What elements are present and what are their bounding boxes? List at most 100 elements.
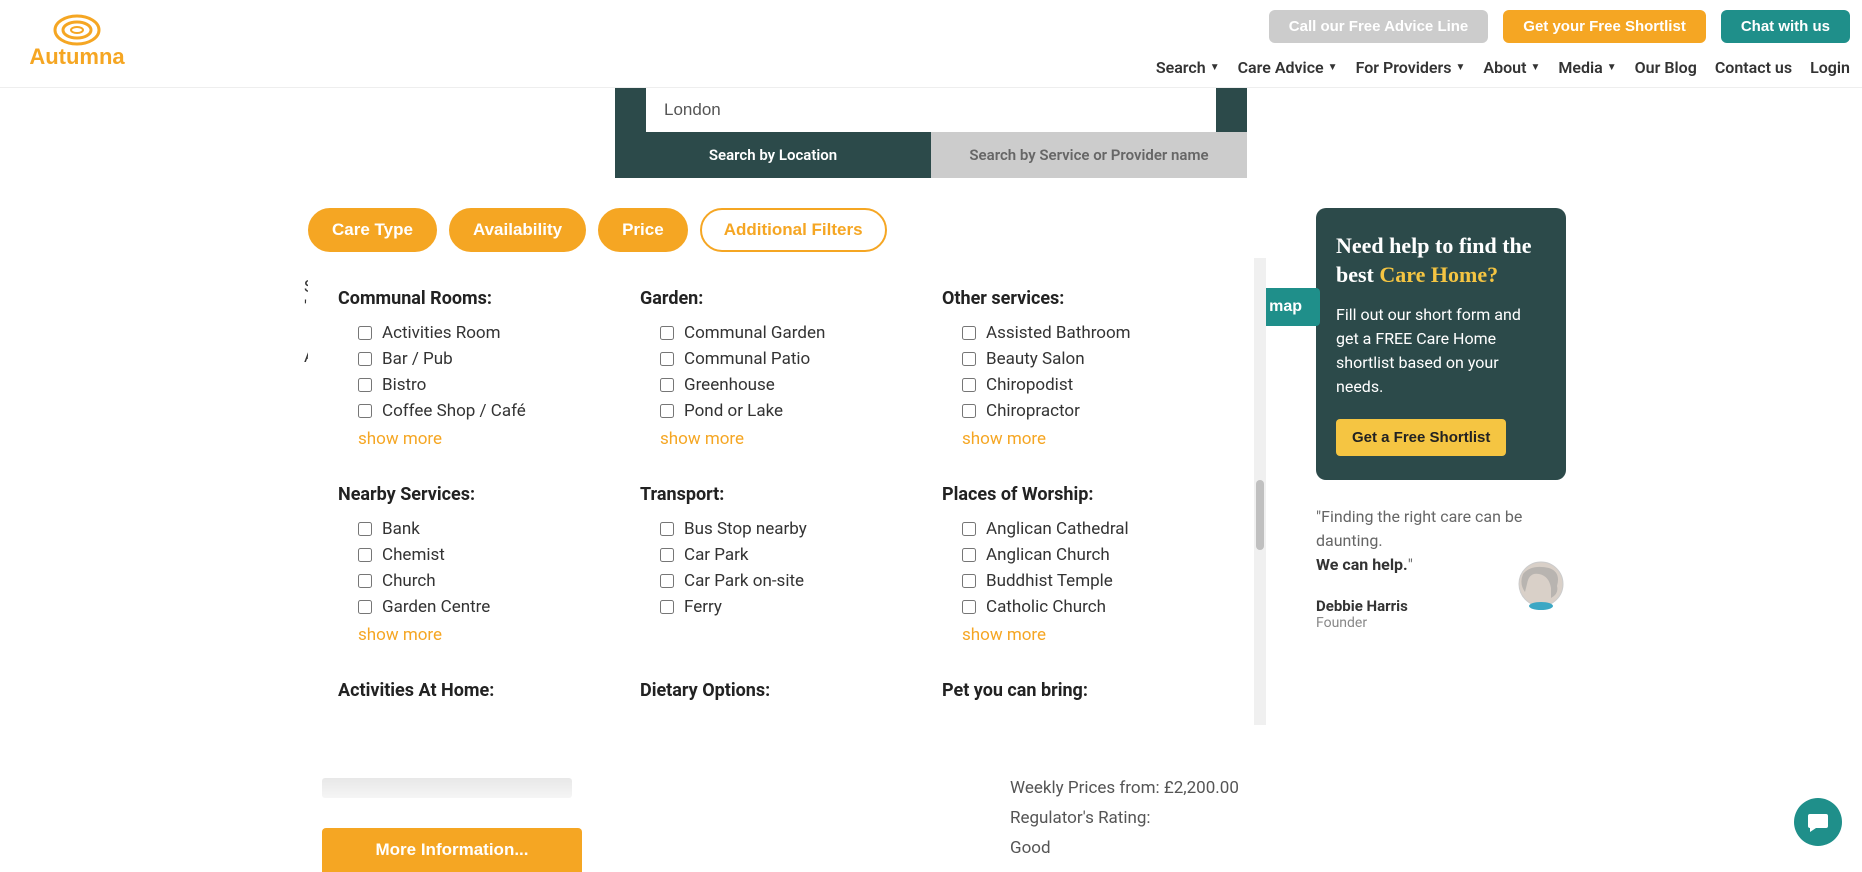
filter-checkbox[interactable] <box>358 522 372 536</box>
filter-checkbox-label: Activities Room <box>382 323 501 343</box>
filter-checkbox-row[interactable]: Catholic Church <box>962 597 1224 617</box>
filter-checkbox-row[interactable]: Bank <box>358 519 620 539</box>
filter-checkbox-label: Bus Stop nearby <box>684 519 807 539</box>
filter-checkbox[interactable] <box>358 600 372 614</box>
filter-checkbox-row[interactable]: Buddhist Temple <box>962 571 1224 591</box>
filter-group: Other services:Assisted BathroomBeauty S… <box>942 288 1224 449</box>
filter-checkbox-label: Buddhist Temple <box>986 571 1113 591</box>
filter-checkbox[interactable] <box>358 352 372 366</box>
tab-search-service[interactable]: Search by Service or Provider name <box>931 132 1247 178</box>
filter-checkbox[interactable] <box>358 548 372 562</box>
tab-search-location[interactable]: Search by Location <box>615 132 931 178</box>
filter-checkbox-row[interactable]: Church <box>358 571 620 591</box>
filter-checkbox[interactable] <box>358 574 372 588</box>
sidebar: Need help to find the best Care Home? Fi… <box>1316 208 1566 872</box>
filter-checkbox-row[interactable]: Chemist <box>358 545 620 565</box>
get-free-shortlist-button[interactable]: Get a Free Shortlist <box>1336 419 1506 456</box>
filter-checkbox-row[interactable]: Chiropodist <box>962 375 1224 395</box>
nav-media[interactable]: Media▼ <box>1558 58 1616 77</box>
filter-checkbox[interactable] <box>962 404 976 418</box>
filter-heading: Pet you can bring: <box>942 680 1224 701</box>
filter-checkbox[interactable] <box>660 600 674 614</box>
nav-blog[interactable]: Our Blog <box>1635 58 1697 77</box>
filter-checkbox-row[interactable]: Car Park <box>660 545 922 565</box>
filter-checkbox[interactable] <box>962 352 976 366</box>
filter-checkbox[interactable] <box>962 600 976 614</box>
nav-care-advice[interactable]: Care Advice▼ <box>1238 58 1338 77</box>
filter-checkbox-row[interactable]: Beauty Salon <box>962 349 1224 369</box>
filter-checkbox[interactable] <box>660 574 674 588</box>
nav-contact[interactable]: Contact us <box>1715 58 1792 77</box>
filter-checkbox-row[interactable]: Greenhouse <box>660 375 922 395</box>
show-more-link[interactable]: show more <box>640 429 744 449</box>
chevron-down-icon: ▼ <box>1530 62 1540 73</box>
filter-checkbox[interactable] <box>962 522 976 536</box>
filter-checkbox-row[interactable]: Chiropractor <box>962 401 1224 421</box>
filter-checkbox-row[interactable]: Bus Stop nearby <box>660 519 922 539</box>
scrollbar[interactable] <box>1256 480 1264 550</box>
filter-checkbox-row[interactable]: Ferry <box>660 597 922 617</box>
filter-checkbox-label: Chiropractor <box>986 401 1080 421</box>
filter-checkbox-row[interactable]: Anglican Church <box>962 545 1224 565</box>
filter-checkbox-row[interactable]: Activities Room <box>358 323 620 343</box>
filter-checkbox[interactable] <box>660 326 674 340</box>
additional-filters-panel: Communal Rooms:Activities RoomBar / PubB… <box>308 258 1266 725</box>
filter-heading: Activities At Home: <box>338 680 620 701</box>
filter-checkbox-label: Communal Garden <box>684 323 825 343</box>
nav-about[interactable]: About▼ <box>1483 58 1540 77</box>
filter-checkbox[interactable] <box>962 326 976 340</box>
main-nav: Search▼ Care Advice▼ For Providers▼ Abou… <box>1156 58 1850 77</box>
pill-price[interactable]: Price <box>598 208 688 252</box>
founder-avatar <box>1501 556 1576 636</box>
get-shortlist-button[interactable]: Get your Free Shortlist <box>1503 10 1706 43</box>
help-body: Fill out our short form and get a FREE C… <box>1336 303 1546 399</box>
filter-group: Activities At Home: <box>338 680 620 715</box>
nav-login[interactable]: Login <box>1810 58 1850 77</box>
filter-checkbox-label: Chemist <box>382 545 445 565</box>
pill-additional-filters[interactable]: Additional Filters <box>700 208 887 252</box>
header-right: Call our Free Advice Line Get your Free … <box>1156 10 1850 77</box>
location-search-input[interactable] <box>646 88 1216 132</box>
filter-checkbox[interactable] <box>660 548 674 562</box>
call-advice-button[interactable]: Call our Free Advice Line <box>1269 10 1489 43</box>
show-more-link[interactable]: show more <box>338 625 442 645</box>
logo[interactable]: Autumna <box>12 12 142 76</box>
result-price: Weekly Prices from: £2,200.00 <box>1010 778 1270 798</box>
filter-checkbox[interactable] <box>358 404 372 418</box>
filter-checkbox[interactable] <box>358 326 372 340</box>
filter-checkbox[interactable] <box>962 548 976 562</box>
filter-checkbox-row[interactable]: Communal Patio <box>660 349 922 369</box>
filter-group: Transport:Bus Stop nearbyCar ParkCar Par… <box>640 484 922 645</box>
nav-for-providers[interactable]: For Providers▼ <box>1356 58 1466 77</box>
filter-checkbox-row[interactable]: Bistro <box>358 375 620 395</box>
filter-checkbox[interactable] <box>962 378 976 392</box>
filter-checkbox[interactable] <box>660 378 674 392</box>
filter-checkbox[interactable] <box>660 404 674 418</box>
show-more-link[interactable]: show more <box>338 429 442 449</box>
chevron-down-icon: ▼ <box>1607 62 1617 73</box>
show-more-link[interactable]: show more <box>942 625 1046 645</box>
pill-care-type[interactable]: Care Type <box>308 208 437 252</box>
filter-checkbox-row[interactable]: Assisted Bathroom <box>962 323 1224 343</box>
show-more-link[interactable]: show more <box>942 429 1046 449</box>
filter-checkbox-row[interactable]: Anglican Cathedral <box>962 519 1224 539</box>
nav-search[interactable]: Search▼ <box>1156 58 1220 77</box>
filter-checkbox-row[interactable]: Coffee Shop / Café <box>358 401 620 421</box>
filter-checkbox-row[interactable]: Communal Garden <box>660 323 922 343</box>
filter-checkbox-row[interactable]: Garden Centre <box>358 597 620 617</box>
filter-checkbox-row[interactable]: Car Park on-site <box>660 571 922 591</box>
filter-checkbox-label: Garden Centre <box>382 597 490 617</box>
filter-heading: Garden: <box>640 288 922 309</box>
chat-with-us-button[interactable]: Chat with us <box>1721 10 1850 43</box>
filter-checkbox-row[interactable]: Pond or Lake <box>660 401 922 421</box>
svg-text:Autumna: Autumna <box>29 44 125 69</box>
filter-checkbox[interactable] <box>962 574 976 588</box>
more-information-button[interactable]: More Information... <box>322 828 582 872</box>
filter-checkbox[interactable] <box>660 352 674 366</box>
filter-checkbox-row[interactable]: Bar / Pub <box>358 349 620 369</box>
pill-availability[interactable]: Availability <box>449 208 586 252</box>
filter-checkbox-label: Assisted Bathroom <box>986 323 1131 343</box>
filter-checkbox[interactable] <box>660 522 674 536</box>
chat-launcher[interactable] <box>1794 798 1842 846</box>
filter-checkbox[interactable] <box>358 378 372 392</box>
